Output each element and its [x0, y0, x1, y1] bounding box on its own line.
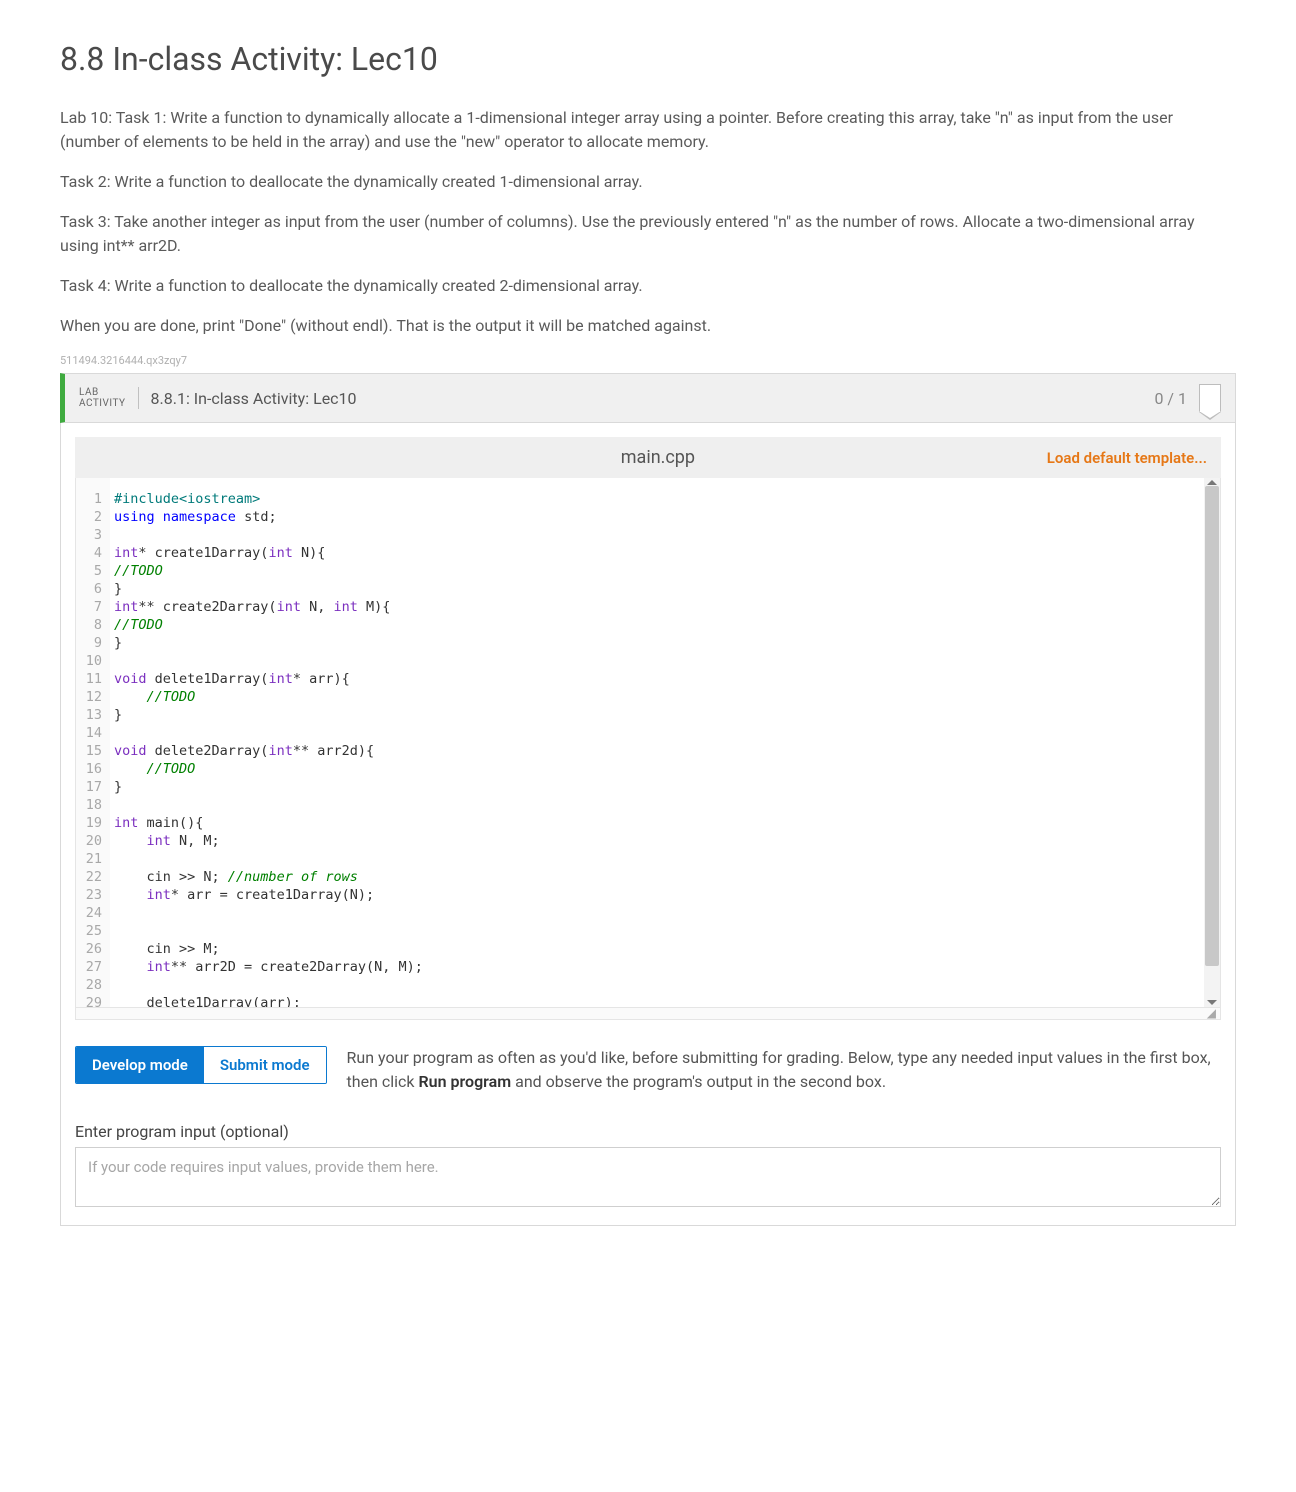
task-1: Lab 10: Task 1: Write a function to dyna…: [60, 106, 1236, 154]
page-title: 8.8 In-class Activity: Lec10: [60, 40, 1236, 78]
code-content[interactable]: #include<iostream>using namespace std; i…: [110, 478, 1220, 1007]
task-2: Task 2: Write a function to deallocate t…: [60, 170, 1236, 194]
line-number-gutter: 1234567891011121314151617181920212223242…: [76, 478, 110, 1007]
submit-mode-button[interactable]: Submit mode: [204, 1047, 326, 1083]
mode-instructions: Run your program as often as you'd like,…: [347, 1046, 1221, 1094]
task-4: Task 4: Write a function to deallocate t…: [60, 274, 1236, 298]
load-default-template-link[interactable]: Load default template...: [1047, 449, 1207, 467]
lab-header-bar: LAB ACTIVITY 8.8.1: In-class Activity: L…: [60, 373, 1236, 423]
meta-id: 511494.3216444.qx3zqy7: [60, 354, 1236, 367]
lab-activity-label: LAB ACTIVITY: [79, 387, 139, 409]
scroll-thumb[interactable]: [1205, 486, 1219, 966]
mode-toggle: Develop mode Submit mode: [75, 1046, 327, 1084]
task-done-note: When you are done, print "Done" (without…: [60, 314, 1236, 338]
lab-title: 8.8.1: In-class Activity: Lec10: [151, 389, 357, 408]
file-name: main.cpp: [269, 447, 1047, 468]
program-input-label: Enter program input (optional): [75, 1122, 1221, 1141]
scroll-down-icon[interactable]: [1207, 1000, 1217, 1005]
scroll-up-icon[interactable]: [1207, 480, 1217, 485]
scrollbar-vertical[interactable]: [1204, 478, 1220, 1007]
lab-score: 0 / 1: [1154, 389, 1187, 408]
editor-panel: main.cpp Load default template... 123456…: [60, 423, 1236, 1226]
program-input[interactable]: [75, 1147, 1221, 1207]
bookmark-icon[interactable]: [1199, 384, 1221, 412]
develop-mode-button[interactable]: Develop mode: [76, 1047, 204, 1083]
task-3: Task 3: Take another integer as input fr…: [60, 210, 1236, 258]
resize-handle-icon[interactable]: ◢: [75, 1008, 1221, 1020]
code-editor[interactable]: 1234567891011121314151617181920212223242…: [75, 478, 1221, 1008]
